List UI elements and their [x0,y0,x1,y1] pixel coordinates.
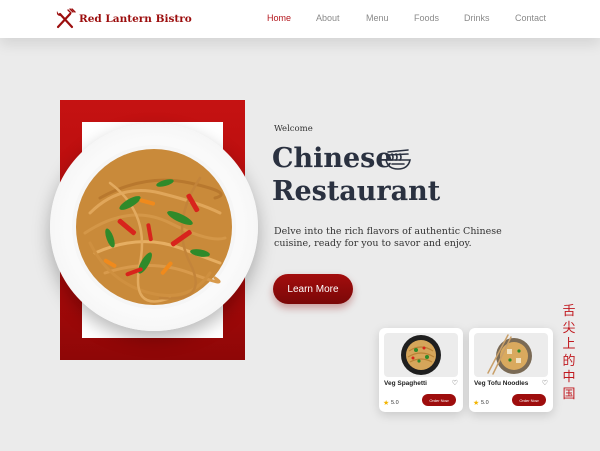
navbar: Red Lantern Bistro Home About Menu Foods… [0,0,600,38]
dish-rating: 5.0 [481,400,489,406]
dish-name: Veg Spaghetti [384,380,427,387]
vertical-chinese-text: 舌 尖 上 的 中 国 [560,304,578,403]
dish-thumbnail [384,333,458,377]
heart-icon[interactable]: ♡ [452,379,458,387]
learn-more-button[interactable]: Learn More [273,274,353,304]
vertical-char: 中 [562,370,576,385]
dish-thumbnail [474,333,548,377]
star-icon: ★ [383,400,390,407]
heart-icon[interactable]: ♡ [542,379,548,387]
brand-logo[interactable]: Red Lantern Bistro [54,8,192,30]
vertical-char: 国 [562,386,576,402]
menu-card-veg-tofu-noodles[interactable]: Veg Tofu Noodles ♡ ★ 5.0 Order Now [469,328,553,412]
vertical-char: 上 [562,337,576,352]
hero-description: Delve into the rich flavors of authentic… [274,226,502,249]
hero-title-line1: Chinese [272,143,393,174]
welcome-label: Welcome [274,124,313,134]
vertical-char: 的 [562,353,576,369]
nav-foods[interactable]: Foods [414,13,439,23]
fork-and-knife-icon [56,8,76,29]
hero-title-line2: Restaurant [272,176,441,207]
vertical-char: 尖 [562,320,576,336]
nav-about[interactable]: About [316,13,340,23]
menu-card-veg-spaghetti[interactable]: Veg Spaghetti ♡ ★ 5.0 Order Now [379,328,463,412]
dish-rating: 5.0 [391,400,399,406]
star-icon: ★ [473,400,480,407]
order-now-button[interactable]: Order Now [512,394,546,406]
nav-home[interactable]: Home [267,13,291,23]
hero-title: Chinese Restaurant [272,142,440,208]
order-now-button[interactable]: Order Now [422,394,456,406]
nav-menu[interactable]: Menu [366,13,389,23]
vertical-char: 舌 [562,304,576,319]
noodle-dish-image [50,123,258,331]
dish-name: Veg Tofu Noodles [474,380,529,387]
noodle-bowl-icon [385,149,411,170]
brand-name: Red Lantern Bistro [79,13,192,25]
nav-drinks[interactable]: Drinks [464,13,490,23]
nav-contact[interactable]: Contact [515,13,546,23]
